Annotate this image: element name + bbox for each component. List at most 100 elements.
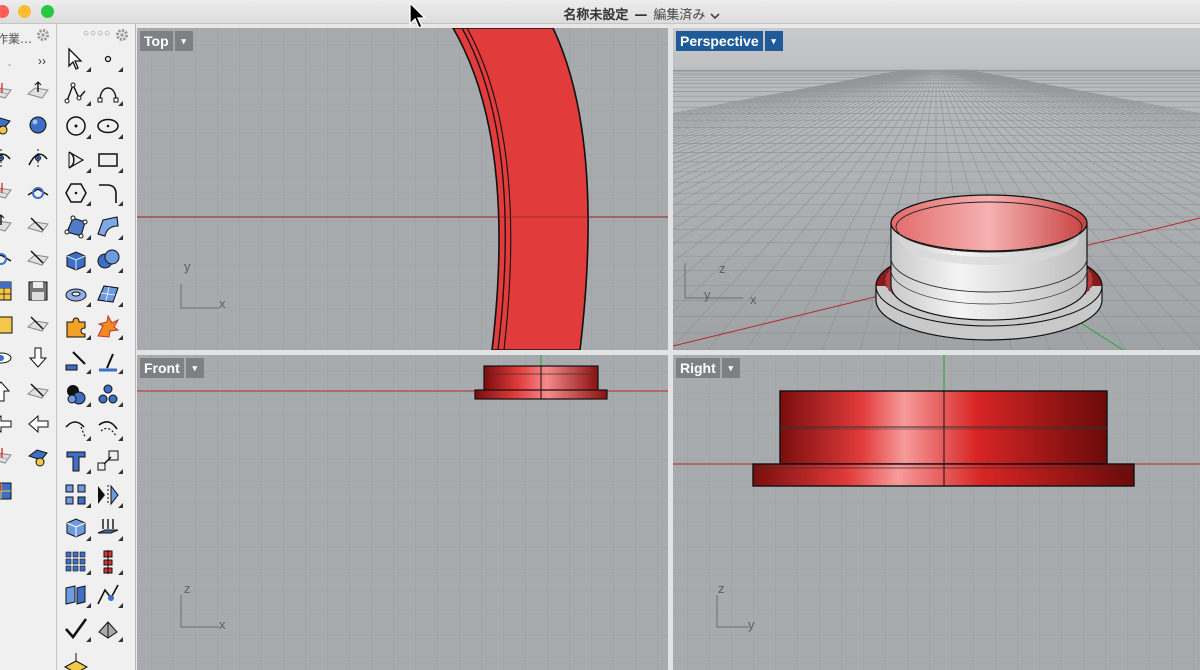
viewport-label-front[interactable]: Front ▾ [140, 358, 204, 378]
left-arrow-icon[interactable] [0, 411, 14, 437]
table-icon[interactable] [0, 278, 14, 304]
boolean-split-icon[interactable] [95, 381, 123, 407]
analyze-icon[interactable] [95, 582, 123, 608]
grid-red-icon[interactable] [0, 179, 14, 205]
viewport-menu-dropdown[interactable]: ▾ [764, 31, 783, 51]
sweep-icon[interactable] [63, 582, 91, 608]
viewport-title: Front [140, 358, 184, 378]
axis-label: y [748, 617, 755, 632]
swirl-icon[interactable] [0, 145, 14, 171]
mesh-icon[interactable] [95, 281, 123, 307]
blue-obj-icon-glyph [0, 117, 11, 135]
gear-icon[interactable] [36, 28, 50, 42]
top-viewport-canvas[interactable] [137, 28, 668, 350]
axis-label: y [184, 259, 191, 274]
mirror-icon[interactable] [95, 482, 123, 508]
up-arrow-icon[interactable] [0, 378, 14, 404]
viewport-title: Top [140, 31, 173, 51]
folder-icon[interactable] [0, 311, 14, 337]
viewport-menu-dropdown[interactable]: ▾ [185, 358, 204, 378]
title-bar: 名称未設定 — 編集済み [0, 0, 1200, 29]
extend-icon[interactable] [95, 348, 123, 374]
eye-icon[interactable] [0, 345, 14, 371]
disk-icon[interactable] [25, 278, 51, 304]
viewport-front[interactable]: Front ▾ z x [137, 355, 668, 670]
sphere-boolean-icon[interactable] [95, 247, 123, 273]
down-arrow-icon[interactable] [25, 345, 51, 371]
blend-icon[interactable] [25, 245, 51, 271]
axis-label: x [219, 296, 226, 311]
viewport-perspective[interactable]: Perspective ▾ z y x [673, 28, 1200, 350]
orient-icon-glyph [0, 214, 12, 232]
tool-curve-icon[interactable]: ˎ [8, 55, 12, 67]
viewport-menu-dropdown[interactable]: ▾ [721, 358, 740, 378]
drag-handle-dots-icon[interactable]: ○○○○ [83, 28, 111, 39]
viewport-top[interactable]: Top ▾ y x [137, 28, 668, 350]
up-arrow-icon-glyph [0, 381, 11, 402]
document-status: 編集済み [653, 8, 706, 23]
boolean-union-icon[interactable] [63, 381, 91, 407]
folder-icon-glyph [0, 316, 13, 334]
color-grid-icon[interactable] [0, 477, 14, 503]
eye-icon-glyph [0, 352, 12, 364]
shade-icon[interactable] [95, 616, 123, 642]
ring-icon-glyph [0, 253, 12, 265]
point-icon[interactable] [95, 46, 123, 72]
ring-icon[interactable] [0, 245, 14, 271]
gear-icon[interactable] [115, 28, 129, 42]
viewport-label-right[interactable]: Right ▾ [676, 358, 740, 378]
document-status-menu[interactable]: 編集済み [653, 8, 720, 23]
blue-obj-icon[interactable] [0, 112, 14, 138]
blend-icon[interactable] [25, 311, 51, 337]
viewport-menu-dropdown[interactable]: ▾ [174, 31, 193, 51]
swirl-icon-glyph [28, 149, 48, 168]
surface-edge-icon[interactable] [95, 214, 123, 240]
blend-icon[interactable] [25, 212, 51, 238]
select-arrow-icon[interactable] [63, 46, 91, 72]
split-icon[interactable] [63, 348, 91, 374]
array-icon[interactable] [63, 482, 91, 508]
orient-icon[interactable] [25, 79, 51, 105]
orient-icon[interactable] [0, 212, 14, 238]
scale-icon[interactable] [95, 448, 123, 474]
polyline-icon[interactable] [63, 80, 91, 106]
viewport-label-perspective[interactable]: Perspective ▾ [676, 31, 783, 51]
surface-cv-icon[interactable] [63, 214, 91, 240]
fillet-icon[interactable] [95, 180, 123, 206]
explode-icon[interactable] [95, 314, 123, 340]
check-icon[interactable] [63, 616, 91, 642]
solid-edit-icon[interactable] [63, 515, 91, 541]
grid-array-icon[interactable] [63, 549, 91, 575]
polygon-icon[interactable] [63, 180, 91, 206]
circle-icon[interactable] [63, 113, 91, 139]
double-chevron-right-icon[interactable]: ›› [38, 54, 46, 68]
left-arrow-icon[interactable] [25, 411, 51, 437]
curve-offset-icon[interactable] [95, 415, 123, 441]
torus-icon[interactable] [63, 281, 91, 307]
swirl-icon[interactable] [25, 145, 51, 171]
rectangle-icon[interactable] [95, 147, 123, 173]
sphere-icon[interactable] [25, 112, 51, 138]
box-icon[interactable] [63, 247, 91, 273]
grid-red-icon[interactable] [0, 444, 14, 470]
text-icon[interactable] [63, 448, 91, 474]
rhino-window: 名称未設定 — 編集済み 作業… ›› ˎ ○○○○ [0, 0, 1200, 670]
align-icon[interactable] [95, 549, 123, 575]
grid-red-icon[interactable] [0, 79, 14, 105]
color-grid-icon-glyph [0, 482, 12, 500]
puzzle-icon[interactable] [63, 314, 91, 340]
blend-icon[interactable] [25, 378, 51, 404]
curve-cv-icon[interactable] [95, 80, 123, 106]
trim-curve-icon[interactable] [63, 415, 91, 441]
front-viewport-canvas[interactable] [137, 355, 668, 670]
ring-icon[interactable] [25, 179, 51, 205]
arc-icon[interactable] [63, 147, 91, 173]
axis-label: z [718, 581, 725, 596]
axis-label: z [719, 261, 726, 276]
blue-obj-icon[interactable] [25, 444, 51, 470]
viewport-right[interactable]: Right ▾ z y [673, 355, 1200, 670]
ellipse-icon[interactable] [95, 113, 123, 139]
extrude-icon[interactable] [95, 515, 123, 541]
viewport-label-top[interactable]: Top ▾ [140, 31, 193, 51]
layer-icon[interactable] [63, 649, 89, 670]
